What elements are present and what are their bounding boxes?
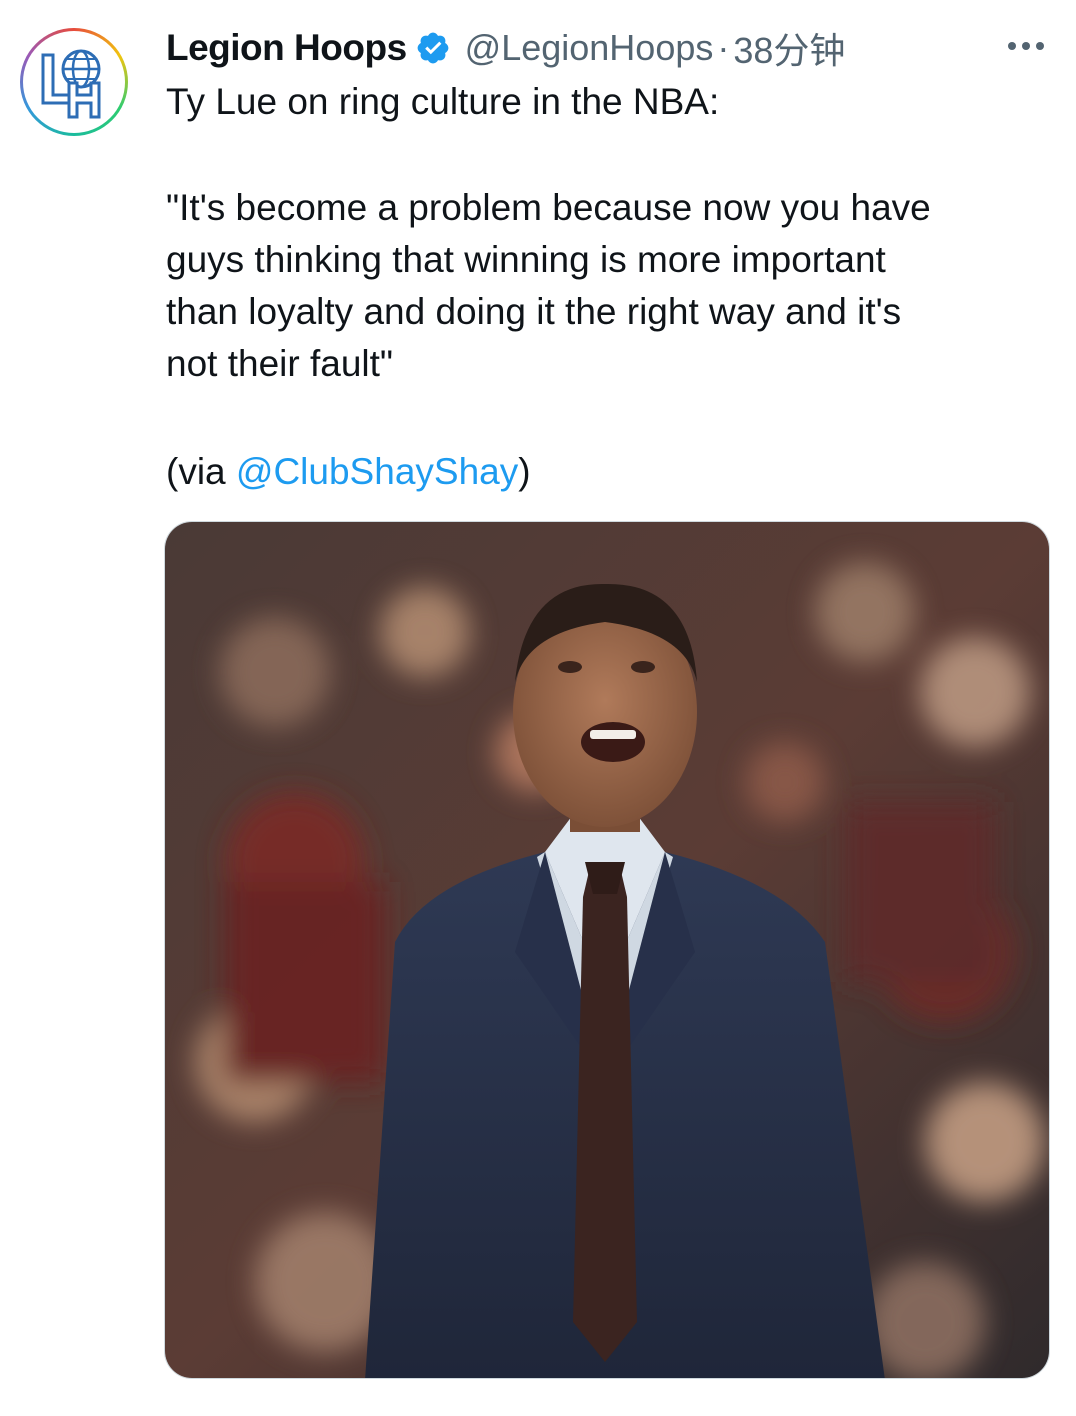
tweet-text-via: (via @ClubShayShay) [166,446,1046,498]
tweet-text-quote: "It's become a problem because now you h… [166,182,1046,390]
author-display-name[interactable]: Legion Hoops [166,27,407,69]
quote-line: not their fault" [166,343,394,384]
via-prefix: (via [166,451,236,492]
tweet[interactable]: Legion Hoops @LegionHoops · 38分钟 Ty Lue … [0,0,1076,1416]
legion-hoops-logo-icon [41,49,101,119]
author-handle[interactable]: @LegionHoops [465,27,714,69]
verified-badge-icon [415,30,451,66]
tweet-photo[interactable] [164,521,1050,1379]
tweet-text-intro: Ty Lue on ring culture in the NBA: [166,81,720,122]
quote-line: than loyalty and doing it the right way … [166,291,902,332]
tweet-timestamp[interactable]: 38分钟 [733,22,845,74]
tweet-header: Legion Hoops @LegionHoops · 38分钟 [166,22,1056,74]
via-suffix: ) [518,451,531,492]
quote-line: guys thinking that winning is more impor… [166,239,886,280]
mention-link[interactable]: @ClubShayShay [236,451,518,492]
more-options-icon[interactable] [996,26,1056,66]
coach-photo-image [165,522,1049,1378]
avatar[interactable] [20,28,128,136]
separator-dot: · [717,27,730,68]
quote-line: "It's become a problem because now you h… [166,187,931,228]
